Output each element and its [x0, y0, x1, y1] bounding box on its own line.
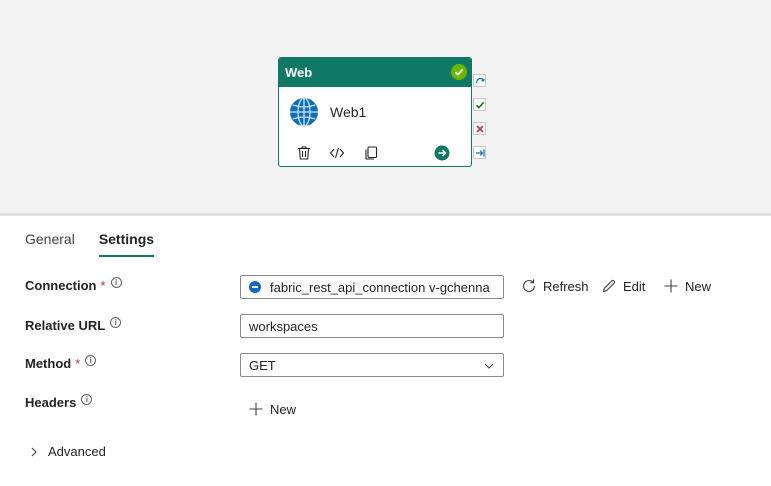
advanced-toggle[interactable]: Advanced [28, 444, 106, 459]
method-value: GET [249, 357, 276, 373]
new-label: New [685, 278, 712, 294]
headers-label: Headers i [25, 394, 93, 410]
connection-label-text: Connection [25, 278, 97, 293]
plus-icon [249, 402, 263, 416]
headers-label-text: Headers [25, 395, 77, 410]
relative-url-input[interactable]: workspaces [240, 314, 504, 338]
activity-type-label: Web [285, 65, 313, 80]
connection-label: Connection * i [25, 277, 122, 293]
new-header-label: New [270, 401, 297, 417]
relative-url-label: Relative URL i [25, 317, 122, 333]
required-marker: * [100, 278, 106, 293]
web-activity-card[interactable]: Web Web1 [278, 57, 472, 167]
success-check-icon [451, 64, 467, 80]
edit-label: Edit [623, 278, 646, 294]
required-marker: * [75, 356, 81, 371]
delete-icon[interactable] [295, 144, 313, 162]
panel-splitter[interactable] [0, 213, 771, 216]
edit-button[interactable]: Edit [601, 278, 645, 294]
code-icon[interactable] [328, 144, 346, 162]
chevron-down-icon [484, 363, 494, 369]
copy-icon[interactable] [362, 144, 380, 162]
new-connection-button[interactable]: New [663, 278, 711, 294]
connection-type-icon [249, 281, 261, 293]
plus-icon [664, 279, 678, 293]
method-select[interactable]: GET [240, 353, 504, 377]
properties-tabs: General Settings [25, 230, 178, 257]
pipeline-canvas[interactable]: Web Web1 [0, 0, 771, 213]
globe-icon [290, 97, 318, 127]
info-icon[interactable]: i [110, 277, 122, 288]
activity-header: Web [279, 58, 471, 87]
on-skip-port-icon[interactable] [473, 74, 486, 87]
on-failure-port-icon[interactable] [473, 122, 486, 135]
relative-url-label-text: Relative URL [25, 318, 106, 333]
on-completion-port-icon[interactable] [473, 146, 486, 159]
advanced-label: Advanced [48, 444, 106, 459]
tab-general[interactable]: General [25, 230, 75, 257]
navigate-arrow-icon[interactable] [433, 144, 451, 162]
refresh-button[interactable]: Refresh [521, 278, 589, 294]
new-header-button[interactable]: New [248, 401, 296, 417]
activity-body: Web1 [279, 87, 471, 166]
refresh-label: Refresh [543, 278, 589, 294]
chevron-right-icon [31, 447, 37, 456]
method-label: Method * i [25, 355, 97, 371]
info-icon[interactable]: i [85, 355, 97, 366]
connection-select[interactable]: fabric_rest_api_connection v-gchenna [240, 275, 504, 299]
activity-name: Web1 [330, 104, 367, 120]
on-success-port-icon[interactable] [473, 98, 486, 111]
method-label-text: Method [25, 356, 72, 371]
activity-actions [279, 144, 471, 162]
tab-settings[interactable]: Settings [98, 230, 155, 257]
pencil-icon [602, 279, 616, 293]
connection-value: fabric_rest_api_connection v-gchenna [270, 279, 490, 295]
info-icon[interactable]: i [110, 317, 122, 328]
relative-url-value: workspaces [249, 318, 318, 334]
info-icon[interactable]: i [81, 394, 93, 405]
refresh-icon [522, 279, 536, 293]
